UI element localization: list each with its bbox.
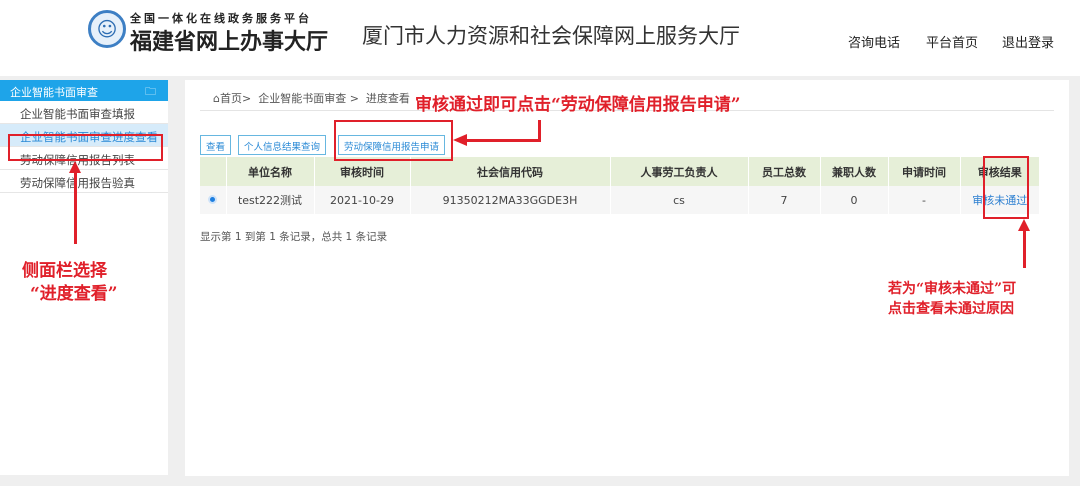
row-radio[interactable]: [200, 186, 227, 214]
arrow-up-icon: [69, 161, 81, 173]
breadcrumb: ⌂首页> 企业智能书面审查 > 进度查看: [213, 90, 410, 106]
arrow-line: [1023, 230, 1026, 268]
annotation-left-2: “进度查看”: [30, 284, 118, 304]
breadcrumb-current: 进度查看: [365, 92, 410, 105]
arrow-left-icon: [453, 134, 467, 146]
cell-review-time: 2021-10-29: [314, 186, 411, 214]
cell-employee-total: 7: [748, 186, 821, 214]
cell-unit-name: test222测试: [226, 186, 315, 214]
breadcrumb-section[interactable]: 企业智能书面审查 >: [258, 92, 359, 105]
sidebar-header[interactable]: 企业智能书面审查 🗀: [0, 80, 168, 101]
col-header: 人事劳工负责人: [610, 157, 749, 186]
annotation-right-1: 若为“审核未通过”可: [888, 281, 1017, 297]
folder-icon: 🗀: [145, 85, 156, 98]
arrow-line: [466, 139, 541, 142]
col-select: [200, 157, 227, 186]
highlight-sidebar-item: [8, 134, 163, 161]
pagination-info: 显示第 1 到第 1 条记录，总共 1 条记录: [200, 231, 388, 243]
personal-result-query-button[interactable]: 个人信息结果查询: [238, 135, 327, 155]
annotation-top: 审核通过即可点击“劳动保障信用报告申请”: [415, 95, 741, 115]
sidebar-title: 企业智能书面审查: [10, 86, 98, 99]
cell-credit-code: 91350212MA33GGDE3H: [410, 186, 611, 214]
col-header: 兼职人数: [820, 157, 889, 186]
annotation-left-1: 侧面栏选择: [22, 261, 107, 281]
nav-hotline[interactable]: 咨询电话: [848, 32, 900, 51]
table-header: 单位名称 审核时间 社会信用代码 人事劳工负责人 员工总数 兼职人数 申请时间 …: [200, 157, 1040, 186]
highlight-apply-button: [334, 120, 453, 161]
highlight-review-result: [983, 156, 1029, 219]
col-header: 单位名称: [226, 157, 315, 186]
sidebar-item-report-verify[interactable]: 劳动保障信用报告验真: [0, 170, 168, 193]
radio-selected[interactable]: [208, 194, 218, 204]
col-header: 申请时间: [888, 157, 961, 186]
cell-apply-time: -: [888, 186, 961, 214]
sidebar-item-fill[interactable]: 企业智能书面审查填报: [0, 101, 168, 124]
home-icon: ⌂: [213, 92, 220, 105]
progress-table: 单位名称 审核时间 社会信用代码 人事劳工负责人 员工总数 兼职人数 申请时间 …: [200, 157, 1040, 214]
arrow-line: [74, 172, 77, 244]
col-header: 社会信用代码: [410, 157, 611, 186]
annotation-right-2: 点击查看未通过原因: [888, 301, 1014, 317]
col-header: 审核时间: [314, 157, 411, 186]
logo-title: 福建省网上办事大厅: [130, 29, 329, 55]
view-button[interactable]: 查看: [200, 135, 232, 155]
breadcrumb-home[interactable]: 首页>: [220, 92, 251, 105]
nav-logout[interactable]: 退出登录: [1002, 32, 1054, 51]
header: ☺ 全国一体化在线政务服务平台 福建省网上办事大厅 厦门市人力资源和社会保障网上…: [0, 0, 1080, 76]
col-header: 员工总数: [748, 157, 821, 186]
cell-hr-contact: cs: [610, 186, 749, 214]
table-row: test222测试 2021-10-29 91350212MA33GGDE3H …: [200, 186, 1040, 214]
cell-part-time: 0: [820, 186, 889, 214]
logo-icon: ☺: [88, 10, 126, 48]
nav-home[interactable]: 平台首页: [926, 32, 978, 51]
arrow-up-icon: [1018, 219, 1030, 231]
site-title: 厦门市人力资源和社会保障网上服务大厅: [362, 24, 740, 48]
